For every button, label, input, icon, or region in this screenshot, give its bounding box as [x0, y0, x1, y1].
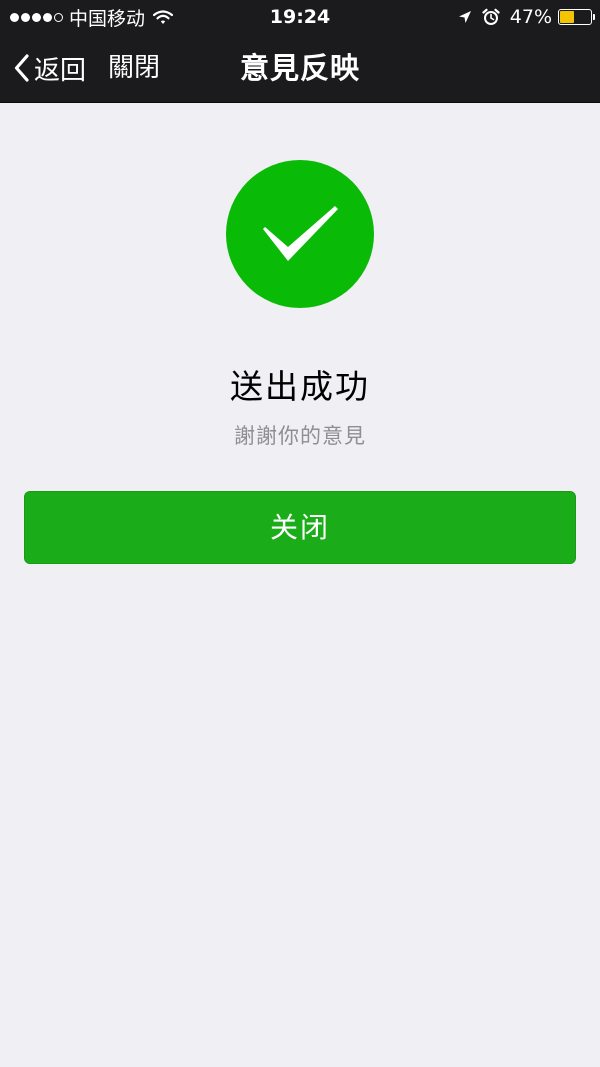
battery-level-fill [560, 11, 574, 23]
result-description: 謝謝你的意見 [234, 424, 366, 448]
page-title: 意見反映 [239, 51, 360, 85]
back-button[interactable]: 返回 [14, 34, 86, 102]
status-right: 47% [458, 0, 595, 34]
battery-icon [558, 9, 595, 25]
location-arrow-icon [458, 10, 472, 24]
success-check-icon [226, 160, 374, 308]
close-button[interactable]: 关闭 [24, 491, 576, 564]
chevron-left-icon [14, 54, 30, 82]
result-title: 送出成功 [230, 367, 370, 406]
navigation-bar: 返回 關閉 意見反映 [0, 34, 600, 103]
close-link[interactable]: 關閉 [108, 34, 160, 102]
back-label: 返回 [34, 55, 87, 86]
status-bar: 中国移动 19:24 47% [0, 0, 600, 34]
battery-percent: 47% [509, 6, 552, 28]
alarm-clock-icon [482, 8, 500, 26]
